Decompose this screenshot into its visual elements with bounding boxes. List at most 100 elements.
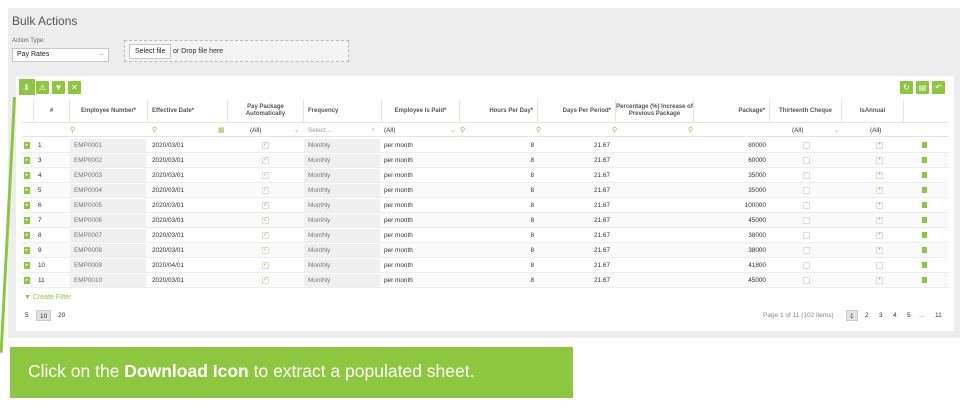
thirteenth-checkbox[interactable]: [803, 202, 810, 209]
frequency-cell[interactable]: Monthly: [304, 214, 380, 227]
filter-icon[interactable]: ▼: [52, 81, 65, 94]
table-row[interactable]: ▸ 10 EMP0009 2020/04/01 ✓ Monthly per month 8 21…: [22, 258, 948, 273]
expand-row-icon[interactable]: ▸: [24, 187, 30, 194]
employee-number-cell[interactable]: EMP0006: [70, 214, 146, 227]
thirteenth-checkbox[interactable]: [803, 157, 810, 164]
expand-row-icon[interactable]: ▸: [24, 157, 30, 164]
search-icon[interactable]: ⚲: [612, 126, 617, 134]
refresh-icon[interactable]: ↻: [900, 81, 913, 94]
checkbox-checked-icon[interactable]: ✓: [262, 262, 269, 269]
col-hours-per-day[interactable]: Hours Per Day*: [460, 100, 538, 122]
employee-is-paid-cell[interactable]: per month: [384, 277, 413, 284]
effective-date-cell[interactable]: 2020/03/01: [152, 277, 184, 284]
effective-date-cell[interactable]: 2020/03/01: [152, 217, 184, 224]
expand-row-icon[interactable]: ▸: [24, 142, 30, 149]
thirteenth-checkbox[interactable]: [803, 262, 810, 269]
employee-number-cell[interactable]: EMP0004: [70, 184, 146, 197]
page-2[interactable]: 2: [862, 310, 872, 321]
thirteenth-filter[interactable]: (All): [792, 127, 803, 134]
checkbox-checked-icon[interactable]: ✓: [262, 247, 269, 254]
undo-icon[interactable]: ↶: [932, 81, 945, 94]
search-icon[interactable]: ⚲: [688, 126, 693, 134]
col-employee-number[interactable]: Employee Number*: [70, 100, 148, 122]
employee-number-cell[interactable]: EMP0010: [70, 274, 146, 287]
trash-icon[interactable]: [922, 262, 927, 268]
days-per-period-cell[interactable]: 21.67: [538, 157, 610, 164]
expand-row-icon[interactable]: ▸: [24, 202, 30, 209]
checkbox-checked-icon[interactable]: ✓: [262, 142, 269, 149]
thirteenth-checkbox[interactable]: [803, 172, 810, 179]
trash-icon[interactable]: [922, 232, 927, 238]
expand-row-icon[interactable]: ▸: [24, 262, 30, 269]
hours-per-day-cell[interactable]: 8: [460, 232, 534, 239]
package-cell[interactable]: 100000: [694, 202, 766, 209]
col-days-per-period[interactable]: Days Per Period*: [538, 100, 616, 122]
action-type-select[interactable]: Pay Rates ⌄: [12, 48, 109, 62]
col-thirteenth-cheque[interactable]: Thirteenth Cheque: [770, 100, 842, 122]
search-icon[interactable]: ⚲: [536, 126, 541, 134]
table-row[interactable]: ▸ 6 EMP0005 2020/03/01 ✓ Monthly per month 8 21.…: [22, 198, 948, 213]
expand-row-icon[interactable]: ▸: [24, 277, 30, 284]
col-package[interactable]: Package*: [694, 100, 770, 122]
days-per-period-cell[interactable]: 21.67: [538, 142, 610, 149]
days-per-period-cell[interactable]: 21.67: [538, 187, 610, 194]
employee-number-cell[interactable]: EMP0002: [70, 154, 146, 167]
table-row[interactable]: ▸ 5 EMP0004 2020/03/01 ✓ Monthly per month 8 21.…: [22, 183, 948, 198]
trash-icon[interactable]: [922, 202, 927, 208]
employee-number-cell[interactable]: EMP0001: [70, 139, 146, 152]
hours-per-day-cell[interactable]: 8: [460, 217, 534, 224]
chevron-down-icon[interactable]: ⌄: [294, 126, 299, 134]
checkbox-checked-icon[interactable]: ✓: [262, 277, 269, 284]
page-4[interactable]: 4: [890, 310, 900, 321]
frequency-cell[interactable]: Monthly: [304, 139, 380, 152]
table-row[interactable]: ▸ 7 EMP0006 2020/03/01 ✓ Monthly per month 8 21.…: [22, 213, 948, 228]
col-employee-is-paid[interactable]: Employee Is Paid*: [382, 100, 460, 122]
is-annual-checkbox[interactable]: •: [876, 247, 883, 254]
trash-icon[interactable]: [922, 277, 927, 283]
thirteenth-checkbox[interactable]: [803, 217, 810, 224]
employee-is-paid-cell[interactable]: per month: [384, 262, 413, 269]
package-cell[interactable]: 80000: [694, 142, 766, 149]
is-annual-checkbox[interactable]: •: [876, 217, 883, 224]
days-per-period-cell[interactable]: 21.67: [538, 262, 610, 269]
days-per-period-cell[interactable]: 21.67: [538, 172, 610, 179]
frequency-cell[interactable]: Monthly: [304, 244, 380, 257]
frequency-cell[interactable]: Monthly: [304, 274, 380, 287]
employee-number-cell[interactable]: EMP0009: [70, 259, 146, 272]
days-per-period-cell[interactable]: 21.67: [538, 277, 610, 284]
employee-is-paid-cell[interactable]: per month: [384, 202, 413, 209]
chevron-right-icon[interactable]: ›: [372, 126, 374, 133]
hours-per-day-cell[interactable]: 8: [460, 187, 534, 194]
days-per-period-cell[interactable]: 21.67: [538, 202, 610, 209]
employee-is-paid-cell[interactable]: per month: [384, 232, 413, 239]
checkbox-checked-icon[interactable]: ✓: [262, 157, 269, 164]
trash-icon[interactable]: [922, 247, 927, 253]
package-cell[interactable]: 60000: [694, 157, 766, 164]
thirteenth-checkbox[interactable]: [803, 187, 810, 194]
package-cell[interactable]: 38000: [694, 247, 766, 254]
col-pay-package[interactable]: Pay Package Automatically: [228, 100, 304, 122]
hours-per-day-cell[interactable]: 8: [460, 247, 534, 254]
calendar-icon[interactable]: ▦: [218, 126, 225, 134]
employee-number-cell[interactable]: EMP0007: [70, 229, 146, 242]
checkbox-checked-icon[interactable]: ✓: [262, 187, 269, 194]
page-1[interactable]: 1: [846, 310, 858, 321]
is-annual-checkbox[interactable]: •: [876, 157, 883, 164]
hours-per-day-cell[interactable]: 8: [460, 157, 534, 164]
days-per-period-cell[interactable]: 21.67: [538, 232, 610, 239]
is-annual-checkbox[interactable]: •: [876, 187, 883, 194]
hours-per-day-cell[interactable]: 8: [460, 262, 534, 269]
chevron-down-icon[interactable]: ⌄: [450, 126, 455, 134]
effective-date-cell[interactable]: 2020/04/01: [152, 262, 184, 269]
table-row[interactable]: ▸ 3 EMP0002 2020/03/01 ✓ Monthly per month 8 21.…: [22, 153, 948, 168]
package-cell[interactable]: 35000: [694, 187, 766, 194]
table-row[interactable]: ▸ 1 EMP0001 2020/03/01 ✓ Monthly per month 8 21.…: [22, 138, 948, 153]
search-icon[interactable]: ⚲: [460, 126, 465, 134]
col-frequency[interactable]: Frequency: [304, 100, 382, 122]
package-cell[interactable]: 45000: [694, 277, 766, 284]
thirteenth-checkbox[interactable]: [803, 247, 810, 254]
upload-warning-icon[interactable]: ⚠: [36, 81, 49, 94]
trash-icon[interactable]: [922, 172, 927, 178]
employee-is-paid-cell[interactable]: per month: [384, 187, 413, 194]
page-size-20[interactable]: 20: [55, 310, 68, 321]
